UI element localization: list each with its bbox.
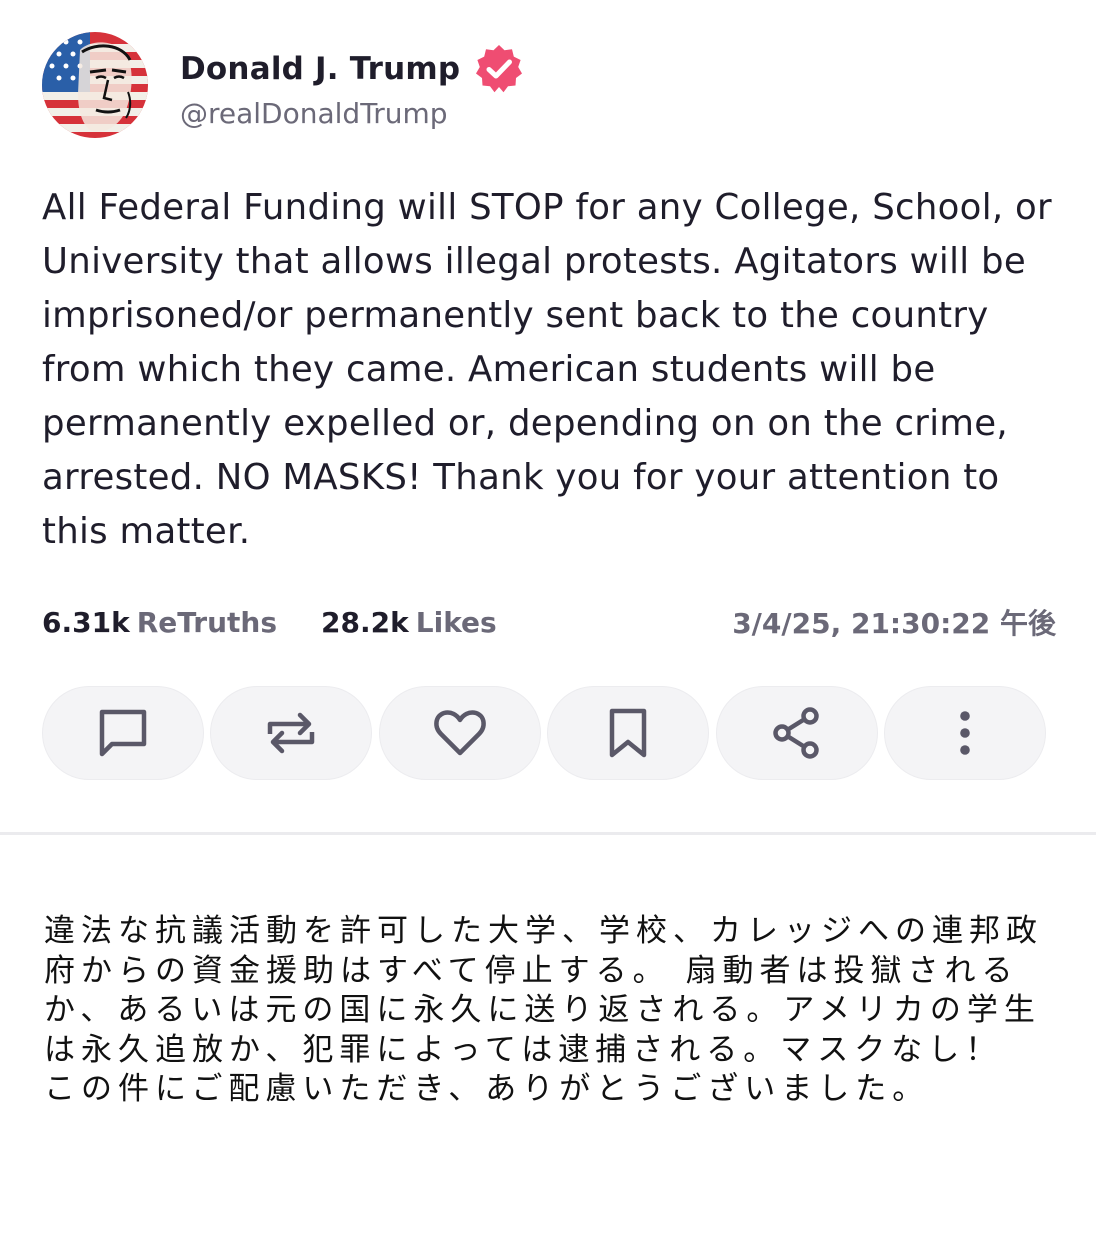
share-button[interactable] xyxy=(715,686,878,780)
author-display-name[interactable]: Donald J. Trump xyxy=(180,51,460,87)
bookmark-icon xyxy=(609,708,647,758)
share-icon xyxy=(772,707,819,759)
avatar-portrait-icon xyxy=(42,32,148,138)
post-timestamp: 3/4/25, 21:30:22 午後 xyxy=(732,607,1056,640)
avatar[interactable] xyxy=(42,32,148,138)
like-button[interactable] xyxy=(378,686,541,780)
section-divider xyxy=(0,832,1096,835)
reply-button[interactable] xyxy=(42,686,204,780)
likes-count: 28.2k xyxy=(321,605,409,639)
heart-icon xyxy=(434,710,486,756)
retruth-icon xyxy=(268,712,315,754)
retruth-button[interactable] xyxy=(210,686,373,780)
name-row: Donald J. Trump xyxy=(180,41,526,97)
retruths-label: ReTruths xyxy=(136,605,278,639)
likes-stat[interactable]: 28.2k Likes xyxy=(321,606,497,639)
more-options-button[interactable] xyxy=(883,686,1046,780)
post-stats: 6.31k ReTruths 28.2k Likes 3/4/25, 21:30… xyxy=(42,600,1056,644)
post-header: Donald J. Trump @realDonaldTrump xyxy=(42,32,526,138)
action-bar xyxy=(42,686,1046,782)
bookmark-button[interactable] xyxy=(547,686,710,780)
reply-icon xyxy=(99,709,147,757)
author-handle[interactable]: @realDonaldTrump xyxy=(180,97,526,130)
post-text: All Federal Funding will STOP for any Co… xyxy=(42,187,1052,552)
retruths-stat[interactable]: 6.31k ReTruths xyxy=(42,606,277,639)
author-identity: Donald J. Trump @realDonaldTrump xyxy=(180,41,526,130)
more-vertical-icon xyxy=(960,711,970,755)
retruths-count: 6.31k xyxy=(42,605,130,639)
verified-badge-icon xyxy=(476,44,523,92)
likes-label: Likes xyxy=(415,605,497,639)
japanese-translation: 違法な抗議活動を許可した大学、学校、カレッジへの連邦政府からの資金援助はすべて停… xyxy=(44,913,1043,1107)
